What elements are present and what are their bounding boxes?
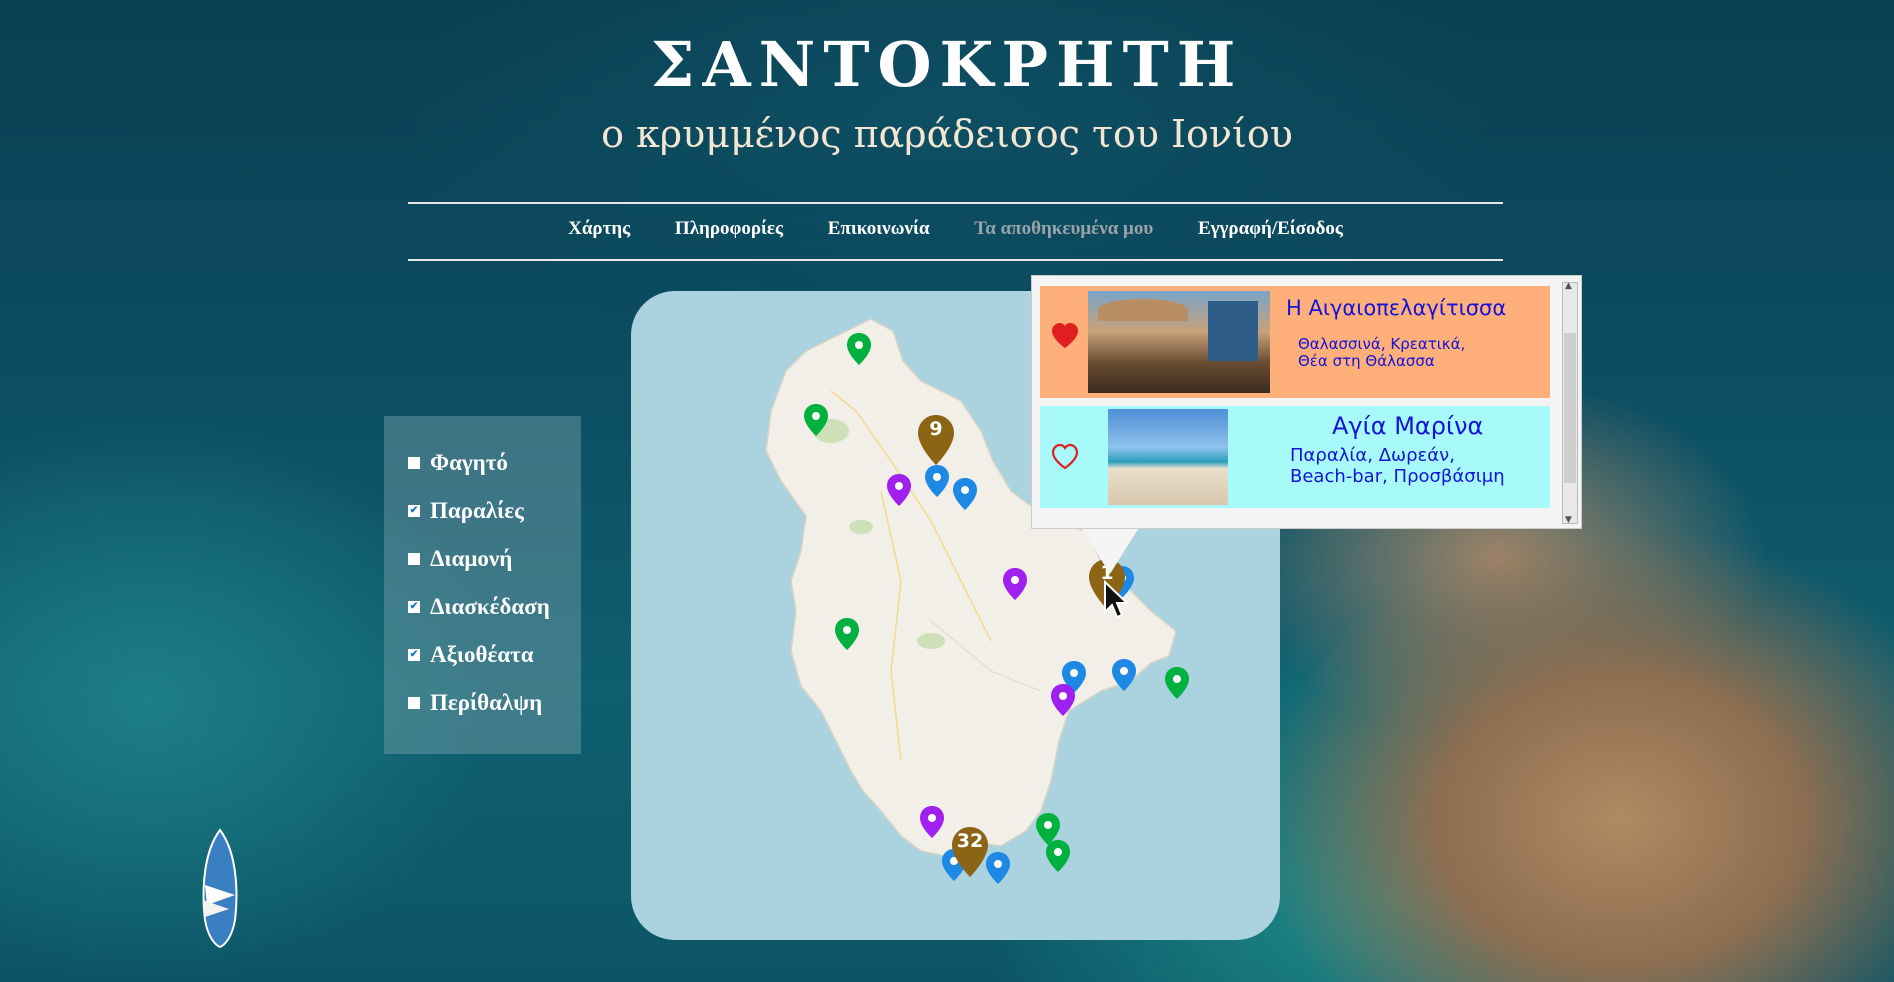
nav-map[interactable]: Χάρτης [568, 218, 630, 240]
scrollbar-thumb[interactable] [1564, 333, 1576, 483]
checkbox-checked[interactable]: ✔ [408, 600, 420, 613]
marker-fun[interactable] [1003, 568, 1027, 600]
marker-beach[interactable] [953, 478, 977, 510]
marker-sight[interactable] [804, 404, 828, 436]
popup-card-tags: Θαλασσινά, Κρεατικά, Θέα στη Θάλασσα [1298, 335, 1466, 371]
checkbox[interactable] [408, 696, 420, 709]
marker-sight[interactable] [1165, 667, 1189, 699]
heart-filled-icon[interactable] [1050, 322, 1080, 350]
marker-fun[interactable] [920, 806, 944, 838]
popup-card-title[interactable]: Η Αιγαιοπελαγίτισσα [1286, 296, 1506, 320]
mouse-cursor-icon [1104, 580, 1129, 619]
page-subtitle: ο κρυμμένος παράδεισος του Ιονίου [601, 112, 1293, 156]
popup-card-restaurant[interactable]: Η Αιγαιοπελαγίτισσα Θαλασσινά, Κρεατικά,… [1040, 286, 1550, 398]
nav-register-login[interactable]: Εγγραφή/Είσοδος [1198, 218, 1343, 240]
nav-divider-bottom [408, 259, 1503, 261]
boat-icon [202, 828, 238, 949]
scroll-up-icon[interactable]: ▲ [1565, 281, 1572, 291]
filter-beaches[interactable]: ✔ Παραλίες [408, 498, 524, 524]
popup-card-beach[interactable]: Αγία Μαρίνα Παραλία, Δωρεάν, Beach-bar, … [1040, 406, 1550, 508]
scroll-down-icon[interactable]: ▼ [1565, 515, 1572, 525]
cluster-marker[interactable]: 32 [952, 827, 988, 877]
marker-sight[interactable] [835, 618, 859, 650]
filter-food[interactable]: Φαγητό [408, 450, 508, 476]
filter-entertainment[interactable]: ✔ Διασκέδαση [408, 594, 550, 620]
marker-beach[interactable] [986, 852, 1010, 884]
beach-photo [1108, 409, 1228, 505]
filter-accommodation[interactable]: Διαμονή [408, 546, 512, 572]
cluster-marker[interactable]: 9 [918, 415, 954, 465]
main-nav: Χάρτης Πληροφορίες Επικοινωνία Τα αποθηκ… [408, 218, 1503, 240]
marker-fun[interactable] [887, 474, 911, 506]
marker-beach[interactable] [925, 465, 949, 497]
nav-info[interactable]: Πληροφορίες [675, 218, 783, 240]
category-filters: Φαγητό ✔ Παραλίες Διαμονή ✔ Διασκέδαση ✔ Αξ… [384, 416, 581, 754]
marker-sight[interactable] [1046, 840, 1070, 872]
checkbox[interactable] [408, 456, 420, 469]
marker-beach[interactable] [1112, 659, 1136, 691]
location-popup: Η Αιγαιοπελαγίτισσα Θαλασσινά, Κρεατικά,… [1031, 275, 1582, 529]
popup-card-tags: Παραλία, Δωρεάν, Beach-bar, Προσβάσιμη [1290, 445, 1505, 487]
marker-sight[interactable] [847, 333, 871, 365]
restaurant-photo [1088, 291, 1270, 393]
checkbox-checked[interactable]: ✔ [408, 648, 420, 661]
heart-outline-icon[interactable] [1050, 443, 1080, 471]
filter-healthcare[interactable]: Περίθαλψη [408, 690, 542, 716]
nav-divider-top [408, 202, 1503, 204]
popup-tail [1080, 526, 1140, 574]
checkbox[interactable] [408, 552, 420, 565]
filter-sights[interactable]: ✔ Αξιοθέατα [408, 642, 534, 668]
checkbox-checked[interactable]: ✔ [408, 504, 420, 517]
popup-card-title[interactable]: Αγία Μαρίνα [1332, 412, 1483, 440]
page-title: ΣΑΝΤΟΚΡΗΤΗ [650, 28, 1244, 101]
nav-saved[interactable]: Τα αποθηκευμένα μου [974, 218, 1153, 240]
popup-scrollbar[interactable]: ▲ ▼ [1562, 281, 1578, 525]
nav-contact[interactable]: Επικοινωνία [828, 218, 930, 240]
marker-fun[interactable] [1051, 684, 1075, 716]
